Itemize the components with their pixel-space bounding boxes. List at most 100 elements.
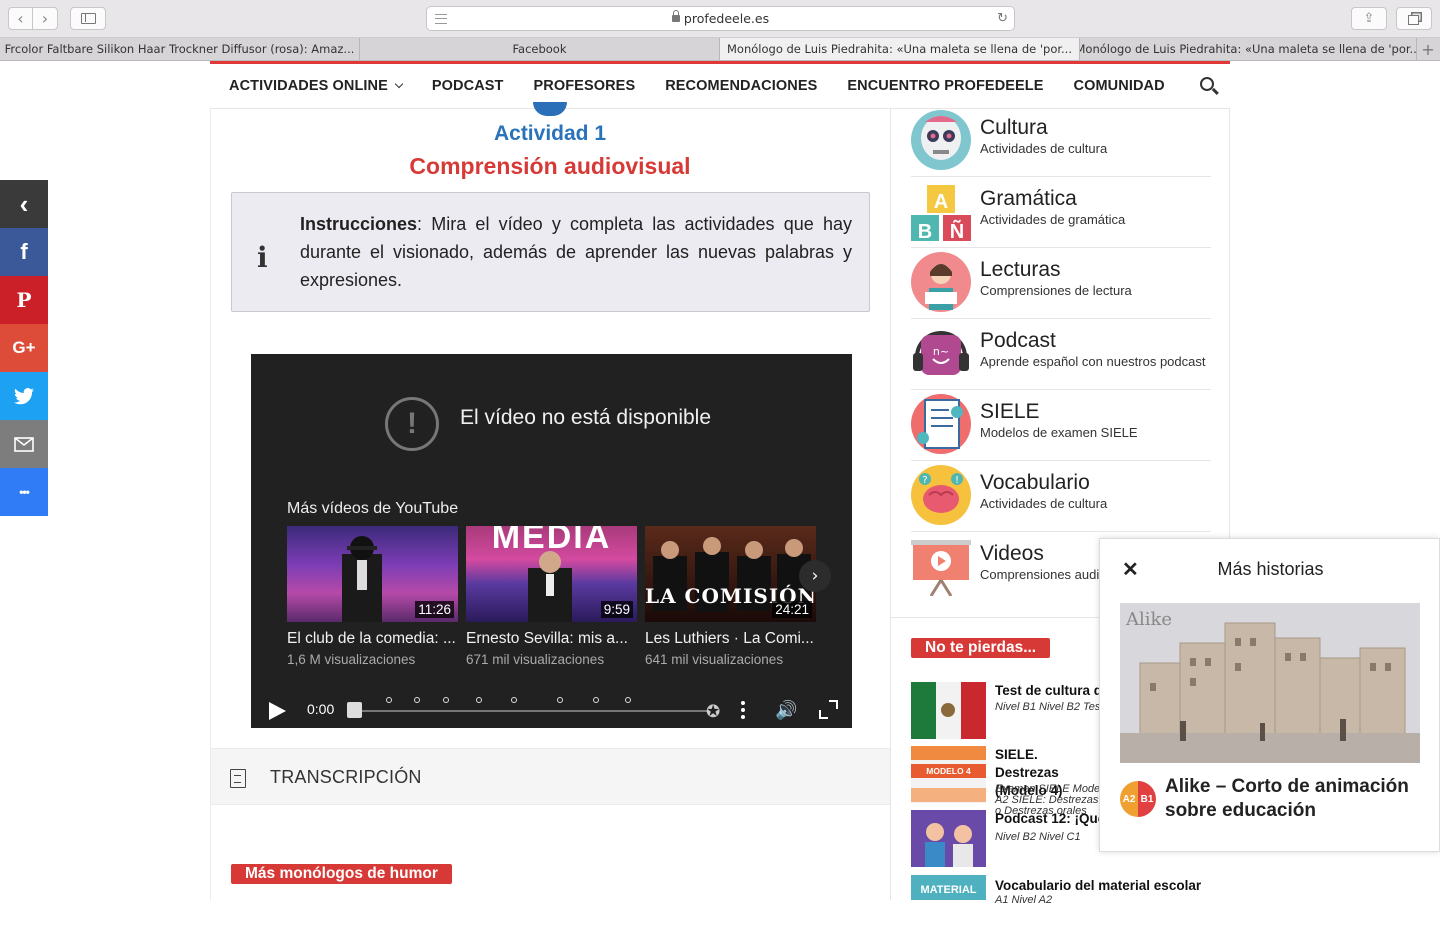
category-title: Gramática — [980, 187, 1077, 210]
nav-item-encuentro[interactable]: ENCUENTRO PROFEDEELE — [847, 78, 1043, 94]
post-thumbnail-label: MATERIAL — [920, 884, 977, 896]
category-title: Lecturas — [980, 258, 1061, 281]
collapse-icon: ‹ — [19, 188, 29, 219]
share-button[interactable]: ⇪ — [1351, 7, 1387, 30]
reader-person-icon — [911, 252, 971, 312]
abc-blocks-icon: ABÑ — [911, 181, 971, 243]
search-icon[interactable] — [1200, 77, 1214, 91]
star-icon[interactable]: ✪ — [706, 702, 720, 722]
category-subtitle: Comprensiones audio — [980, 567, 1107, 582]
video-player[interactable]: ! El vídeo no está disponible Más vídeos… — [251, 354, 852, 728]
skull-icon — [911, 110, 971, 170]
pinterest-share-button[interactable]: P — [0, 276, 48, 324]
browser-tab[interactable]: Frcolor Faltbare Silikon Haar Trockner D… — [0, 38, 360, 60]
video-thumbnail[interactable]: LA COMISIÓN 24:21 — [645, 526, 816, 622]
next-videos-button[interactable]: › — [799, 560, 831, 592]
nav-label: ACTIVIDADES ONLINE — [229, 78, 388, 94]
category-cultura[interactable]: Cultura Actividades de cultura — [911, 106, 1211, 177]
nav-item-podcast[interactable]: PODCAST — [432, 78, 504, 94]
browser-tab[interactable]: Facebook — [360, 38, 720, 60]
level-a2: A2 — [1120, 781, 1138, 817]
more-share-button[interactable]: ••• — [0, 468, 48, 516]
post-thumbnail — [911, 810, 986, 867]
volume-icon[interactable]: 🔊 — [775, 700, 797, 721]
category-title: Videos — [980, 542, 1044, 565]
no-te-pierdas-heading: No te pierdas... — [911, 638, 1051, 658]
video-title[interactable]: El club de la comedia: ... — [287, 630, 459, 648]
new-tab-button[interactable]: + — [1417, 38, 1439, 60]
nav-item-profesores[interactable]: PROFESORES — [534, 78, 636, 94]
reload-icon[interactable]: ↻ — [997, 11, 1008, 26]
tabs-overview-button[interactable] — [1396, 7, 1432, 30]
headphones-icon: n~ — [911, 323, 971, 383]
back-button[interactable]: ‹ — [8, 7, 33, 30]
video-thumbnail[interactable]: MEDIA 9:59 — [466, 526, 637, 622]
svg-text:n~: n~ — [933, 345, 949, 358]
category-subtitle: Actividades de cultura — [980, 496, 1108, 511]
progress-bar[interactable] — [355, 710, 707, 712]
share-icon: ⇪ — [1363, 11, 1375, 26]
error-icon: ! — [385, 397, 439, 451]
more-options-icon[interactable] — [741, 701, 745, 719]
post-thumbnail-label: MODELO 4 — [926, 766, 971, 776]
category-podcast[interactable]: n~ Podcast Aprende español con nuestros … — [911, 319, 1211, 390]
pinterest-icon: P — [16, 288, 32, 312]
story-title-link[interactable]: Alike – Corto de animación sobre educaci… — [1165, 775, 1427, 823]
brain-icon: ?! — [911, 465, 971, 525]
facebook-icon: f — [20, 239, 28, 264]
thumbnail-logo-text: MEDIA — [491, 526, 612, 556]
fullscreen-icon[interactable] — [819, 700, 838, 719]
sidebar-border — [1229, 109, 1230, 539]
twitter-share-button[interactable] — [0, 372, 48, 420]
story-image-caption: Alike — [1126, 609, 1173, 630]
video-thumbnail[interactable]: 11:26 — [287, 526, 458, 622]
category-lecturas[interactable]: Lecturas Comprensiones de lectura — [911, 248, 1211, 319]
transcription-label: TRANSCRIPCIÓN — [270, 767, 422, 787]
chevron-left-icon: ‹ — [17, 9, 24, 28]
category-subtitle: Actividades de cultura — [980, 141, 1108, 156]
lock-icon — [671, 10, 680, 22]
sidebar-toggle-button[interactable] — [70, 7, 106, 30]
document-icon — [230, 769, 246, 788]
video-views: 671 mil visualizaciones — [466, 652, 605, 667]
nav-item-recomendaciones[interactable]: RECOMENDACIONES — [665, 78, 817, 94]
post-thumbnail — [911, 682, 986, 739]
post-item[interactable]: MATERIAL Vocabulario del material escola… — [911, 875, 1211, 935]
current-time: 0:00 — [307, 701, 335, 717]
main-nav: ACTIVIDADES ONLINE PODCAST PROFESORES RE… — [210, 64, 1230, 109]
video-views: 1,6 M visualizaciones — [287, 652, 416, 667]
email-share-button[interactable] — [0, 420, 48, 468]
tab-bar: Frcolor Faltbare Silikon Haar Trockner D… — [0, 38, 1440, 61]
forward-button[interactable]: › — [32, 7, 58, 30]
play-icon[interactable] — [269, 702, 286, 720]
info-icon: i — [257, 241, 268, 274]
level-badge-icon: A2 B1 — [1120, 781, 1156, 817]
player-controls: 0:00 ✪ 🔊 — [251, 684, 852, 728]
browser-toolbar: ‹ › profedeele.es ↻ ⇪ — [0, 0, 1440, 38]
transcription-toggle[interactable]: TRANSCRIPCIÓN — [211, 748, 890, 805]
category-subtitle: Aprende español con nuestros podcast — [980, 354, 1206, 369]
exam-scroll-icon — [911, 394, 971, 454]
nav-item-actividades[interactable]: ACTIVIDADES ONLINE — [229, 78, 404, 94]
collapse-share-button[interactable]: ‹ — [0, 180, 48, 228]
nav-item-comunidad[interactable]: COMUNIDAD — [1074, 78, 1165, 94]
more-monologues-heading: Más monólogos de humor — [231, 864, 452, 884]
scrub-handle[interactable] — [347, 702, 362, 718]
browser-tab-active[interactable]: Monólogo de Luis Piedrahita: «Una maleta… — [720, 38, 1080, 60]
video-duration: 9:59 — [600, 601, 633, 618]
browser-tab[interactable]: Monólogo de Luis Piedrahita: «Una maleta… — [1080, 38, 1417, 60]
category-vocabulario[interactable]: ?! Vocabulario Actividades de cultura — [911, 461, 1211, 532]
facebook-share-button[interactable]: f — [0, 228, 48, 276]
video-title[interactable]: Ernesto Sevilla: mis a... — [466, 630, 638, 648]
googleplus-share-button[interactable]: G+ — [0, 324, 48, 372]
story-image[interactable]: Alike — [1120, 603, 1420, 763]
category-gramatica[interactable]: ABÑ Gramática Actividades de gramática — [911, 177, 1211, 248]
category-title: SIELE — [980, 400, 1040, 423]
chevron-right-icon: › — [41, 9, 49, 28]
category-siele[interactable]: SIELE Modelos de examen SIELE — [911, 390, 1211, 461]
instructions-label: Instrucciones — [300, 214, 418, 234]
reader-icon[interactable] — [435, 14, 447, 24]
video-title[interactable]: Les Luthiers · La Comi... — [645, 630, 817, 648]
address-bar[interactable]: profedeele.es ↻ — [426, 6, 1015, 31]
svg-text:?: ? — [922, 475, 927, 486]
